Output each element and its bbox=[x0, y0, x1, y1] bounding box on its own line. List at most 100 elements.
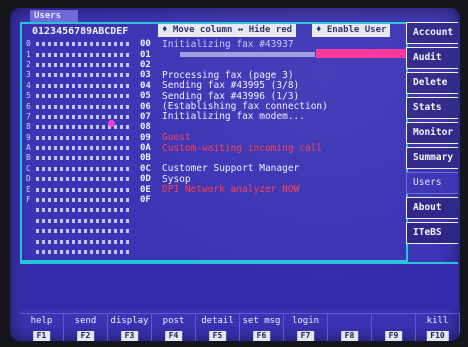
grid-row-key: A bbox=[26, 143, 31, 153]
grid-row-cells bbox=[36, 239, 129, 244]
sidebar-item-about[interactable]: About bbox=[406, 197, 458, 219]
window-title: Users bbox=[30, 10, 78, 22]
sidebar-item-monitor[interactable]: Monitor bbox=[406, 122, 458, 144]
grid-row[interactable]: 8 bbox=[26, 122, 131, 132]
activity-line[interactable]: 00 Initializing fax #43937 bbox=[140, 38, 408, 50]
activity-line[interactable]: 08 bbox=[140, 122, 408, 132]
activity-line[interactable]: 09 Guest bbox=[140, 132, 408, 143]
fkey-number: F1 bbox=[32, 331, 51, 341]
grid-row-cells bbox=[36, 62, 129, 67]
grid-row[interactable]: 9 bbox=[26, 133, 131, 143]
grid-row[interactable]: 7 bbox=[26, 112, 131, 122]
fkey-f10[interactable]: kill F10 bbox=[416, 314, 460, 341]
grid-row[interactable] bbox=[26, 236, 131, 246]
grid-row[interactable] bbox=[26, 226, 131, 236]
fkey-number: F3 bbox=[120, 331, 139, 341]
grid-row[interactable]: 2 bbox=[26, 60, 131, 70]
grid-row[interactable]: 1 bbox=[26, 49, 131, 59]
line-text: Customer Support Manager bbox=[162, 163, 300, 175]
fkey-f5[interactable]: detail F5 bbox=[196, 314, 240, 341]
grid-row[interactable]: F bbox=[26, 195, 131, 205]
fkey-label: post bbox=[162, 316, 185, 326]
sidebar-item-delete[interactable]: Delete bbox=[406, 72, 458, 94]
grid-row-cells bbox=[36, 114, 129, 119]
line-number: 0E bbox=[140, 184, 151, 195]
grid-row-cells bbox=[36, 208, 129, 213]
fkey-f9[interactable]: F9 bbox=[372, 314, 416, 341]
grid-row-cells bbox=[36, 166, 129, 171]
grid-row[interactable] bbox=[26, 247, 131, 257]
activity-list: 00 Initializing fax #43937 01 02 03 Processin… bbox=[140, 39, 408, 205]
fkey-f8[interactable]: F8 bbox=[328, 314, 372, 341]
fkey-f1[interactable]: help F1 bbox=[20, 314, 64, 341]
grid-row[interactable]: 3 bbox=[26, 70, 131, 80]
line-number: 09 bbox=[140, 132, 151, 143]
line-text: Initializing fax modem... bbox=[162, 111, 305, 123]
activity-line[interactable]: 0F bbox=[140, 195, 408, 205]
message-pane bbox=[20, 262, 458, 309]
activity-line[interactable]: 0B bbox=[140, 153, 408, 163]
line-number: 06 bbox=[140, 101, 151, 112]
fkey-label: set msg bbox=[242, 316, 281, 326]
activity-line[interactable]: 0C Customer Support Manager bbox=[140, 163, 408, 175]
grid-row[interactable] bbox=[26, 216, 131, 226]
grid-row-key: 9 bbox=[26, 132, 31, 142]
grid-row-cells bbox=[36, 250, 129, 254]
activity-line[interactable]: 06 (Establishing fax connection) bbox=[140, 101, 408, 113]
grid-row[interactable] bbox=[26, 205, 131, 215]
grid-row[interactable]: 6 bbox=[26, 101, 131, 111]
grid-row[interactable]: E bbox=[26, 184, 131, 194]
grid-row[interactable]: D bbox=[26, 174, 131, 184]
grid-row[interactable]: 4 bbox=[26, 81, 131, 91]
sidebar-item-itebs[interactable]: ITeBS bbox=[406, 222, 458, 244]
activity-line[interactable]: 03 Processing fax (page 3) bbox=[140, 69, 408, 81]
terminal-screen: Users 0123456789ABCDEF ♦ Move column ↔ H… bbox=[10, 8, 460, 341]
grid-row-key: 6 bbox=[26, 101, 31, 111]
fkey-f3[interactable]: display F3 bbox=[108, 314, 152, 341]
fkey-number: F6 bbox=[252, 331, 271, 341]
line-text: Processing fax (page 3) bbox=[162, 69, 294, 81]
move-column-button[interactable]: ♦ Move column ↔ Hide red bbox=[158, 24, 297, 37]
grid-row-key: 2 bbox=[26, 59, 31, 69]
fkey-f2[interactable]: send F2 bbox=[64, 314, 108, 341]
grid-row[interactable]: C bbox=[26, 164, 131, 174]
fkey-number: F4 bbox=[164, 331, 183, 341]
activity-line[interactable]: 07 Initializing fax modem... bbox=[140, 111, 408, 123]
activity-line[interactable]: 05 Sending fax #43996 (1/3) bbox=[140, 91, 408, 102]
selection-cursor bbox=[108, 120, 115, 127]
sidebar-item-users[interactable]: Users bbox=[406, 172, 458, 194]
activity-line[interactable]: 0E DPI Network analyzer NOW bbox=[140, 184, 408, 195]
fkey-f4[interactable]: post F4 bbox=[152, 314, 196, 341]
sidebar-item-account[interactable]: Account bbox=[406, 22, 458, 44]
fkey-f7[interactable]: login F7 bbox=[284, 314, 328, 341]
fkey-number: F5 bbox=[208, 331, 227, 341]
grid-row-key: D bbox=[26, 174, 31, 184]
grid-row[interactable]: 5 bbox=[26, 91, 131, 101]
fkey-number: F10 bbox=[426, 331, 449, 341]
line-number: 0F bbox=[140, 195, 151, 206]
activity-line[interactable]: 0D Sysop bbox=[140, 174, 408, 185]
sidebar-item-stats[interactable]: Stats bbox=[406, 97, 458, 119]
activity-line[interactable]: 04 Sending fax #43995 (3/8) bbox=[140, 80, 408, 91]
line-text: Initializing fax #43937 bbox=[162, 38, 294, 50]
grid-row-cells bbox=[36, 104, 129, 109]
line-number: 00 bbox=[140, 39, 151, 50]
grid-row[interactable]: A bbox=[26, 143, 131, 153]
fkey-number: F9 bbox=[384, 331, 403, 341]
activity-line[interactable]: 01 bbox=[140, 49, 408, 60]
function-key-bar: help F1 send F2 display F3 post F4 detail F5 set m… bbox=[20, 313, 460, 341]
grid-row-cells bbox=[36, 218, 129, 223]
sidebar-item-summary[interactable]: Summary bbox=[406, 147, 458, 169]
grid-row-key: 3 bbox=[26, 70, 31, 80]
fkey-number: F2 bbox=[76, 331, 95, 341]
grid-row[interactable]: B bbox=[26, 153, 131, 163]
line-text: (Establishing fax connection) bbox=[162, 101, 328, 113]
fkey-label: login bbox=[291, 316, 320, 326]
grid-row-cells bbox=[36, 125, 129, 130]
activity-line[interactable]: 02 bbox=[140, 60, 408, 70]
enable-user-button[interactable]: ♦ Enable User bbox=[312, 24, 391, 37]
sidebar-item-audit[interactable]: Audit bbox=[406, 47, 458, 69]
grid-row[interactable]: 0 bbox=[26, 39, 131, 49]
activity-line[interactable]: 0A Custom-waiting incoming call bbox=[140, 143, 408, 154]
fkey-f6[interactable]: set msg F6 bbox=[240, 314, 284, 341]
